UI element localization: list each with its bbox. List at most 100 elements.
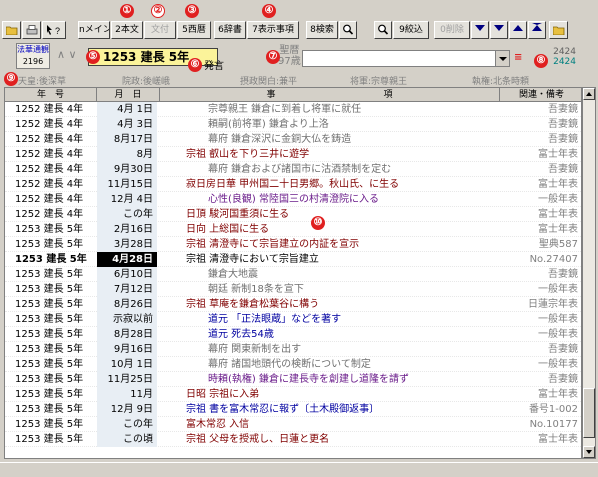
table-row[interactable]: 1253 建長 5年 9月16日 幕府 関東新制を出す 吾妻鏡	[5, 342, 581, 357]
row-reference: 一般年表	[538, 194, 578, 205]
row-year: 1253 建長 5年	[15, 269, 84, 280]
row-date: 6月10日	[97, 267, 157, 282]
table-row[interactable]: 1253 建長 5年 12月 9日 宗祖 書を富木常忍に報ず〔土木殿御返事〕 番号1-…	[5, 402, 581, 417]
marker-3: ③	[185, 4, 199, 18]
row-event: 幕府 鎌倉および諸国市に沽酒禁制を定む	[208, 164, 392, 175]
disabled-button[interactable]: 文付	[144, 21, 176, 39]
table-row[interactable]: 1252 建長 4年 4月 1日 宗尊親王 鎌倉に到着し将軍に就任 吾妻鏡	[5, 102, 581, 117]
jisho-button[interactable]: 6辞書	[214, 21, 246, 39]
dropdown-button[interactable]	[471, 21, 489, 39]
marker-1: ①	[120, 4, 134, 18]
header-year[interactable]: 年 号	[5, 88, 97, 102]
table-row[interactable]: 1252 建長 4年 4月 3日 頼嗣(前将軍) 鎌倉より上洛 吾妻鏡	[5, 117, 581, 132]
table-row[interactable]: 1253 建長 5年 11月 日昭 宗祖に入弟 富士年表	[5, 387, 581, 402]
row-year: 1253 建長 5年	[15, 224, 84, 235]
narrow-button[interactable]: 9絞込	[393, 21, 429, 39]
table-row[interactable]: 1252 建長 4年 9月30日 幕府 鎌倉および諸国市に沽酒禁制を定む 吾妻鏡	[5, 162, 581, 177]
row-date: 4月 3日	[97, 117, 157, 132]
category-box[interactable]: 法華通観 2196	[16, 43, 50, 69]
table-row[interactable]: 1253 建長 5年 2月16日 日向 上総国に生る 富士年表	[5, 222, 581, 237]
table-row[interactable]: 1253 建長 5年 7月12日 朝廷 新制18条を宣下 一般年表	[5, 282, 581, 297]
row-year: 1253 建長 5年	[15, 374, 84, 385]
delete-button[interactable]: 0削除	[434, 21, 470, 39]
main-button[interactable]: nメイン	[78, 21, 110, 39]
row-event: 頼嗣(前将軍) 鎌倉より上洛	[208, 119, 329, 130]
app-window: ① ② ③ ④ ? nメイン 2本文 文付 5西暦 6辞書 7表示事項 8検索 …	[0, 0, 598, 477]
open-folder-button[interactable]	[2, 21, 21, 39]
header-event[interactable]: 事 項	[160, 88, 500, 102]
table-row[interactable]: 1253 建長 5年 示寂以前 道元 「正法眼蔵」などを著す 一般年表	[5, 312, 581, 327]
table-row[interactable]: 1252 建長 4年 8月17日 幕府 鎌倉深沢に金銅大仏を鋳造 吾妻鏡	[5, 132, 581, 147]
help-button[interactable]: ?	[42, 21, 66, 39]
row-reference: 富士年表	[538, 389, 578, 400]
era-bottom: 97歳	[278, 56, 301, 67]
table-row[interactable]: 1253 建長 5年 この頃 宗祖 父母を授戒し、日蓮と更名 富士年表	[5, 432, 581, 447]
seireki-button[interactable]: 5西暦	[177, 21, 211, 39]
status-bar	[0, 462, 598, 477]
scroll-down-button[interactable]	[583, 446, 595, 458]
table-row[interactable]: 1253 建長 5年 6月10日 鎌倉大地震 吾妻鏡	[5, 267, 581, 282]
era-dropdown-button[interactable]	[495, 51, 509, 66]
table-row[interactable]: 1252 建長 4年 8月 宗祖 叡山を下り三井に遊学 富士年表	[5, 147, 581, 162]
header-date[interactable]: 月 日	[97, 88, 160, 102]
honbun-button[interactable]: 2本文	[111, 21, 143, 39]
magnifier-icon	[378, 24, 389, 35]
find-button[interactable]	[339, 21, 357, 39]
move-top-button[interactable]	[528, 21, 546, 39]
row-event: 朝廷 新制18条を宣下	[208, 284, 304, 295]
move-up-button[interactable]	[509, 21, 527, 39]
era-select[interactable]	[302, 50, 510, 67]
row-reference: 番号1-002	[528, 404, 578, 415]
table-row[interactable]: 1252 建長 4年 11月15日 寂日房日華 甲州国二十日男郷。秋山氏、に生る 富士…	[5, 177, 581, 192]
table-row[interactable]: 1253 建長 5年 3月28日 宗祖 清澄寺にて宗旨建立の内証を宣示 聖典587	[5, 237, 581, 252]
row-year: 1253 建長 5年	[15, 359, 84, 370]
scroll-up-button[interactable]	[583, 88, 595, 100]
emperor-label: 天皇:後深草	[18, 77, 67, 87]
count-total: 2424	[553, 47, 576, 57]
row-date: 9月30日	[97, 162, 157, 177]
row-event: 宗祖 書を富木常忍に報ず〔土木殿御返事〕	[186, 404, 380, 415]
row-date: 8月17日	[97, 132, 157, 147]
table-row[interactable]: 1253 建長 5年 8月28日 道元 死去54歳 一般年表	[5, 327, 581, 342]
row-event: 宗祖 清澄寺にて宗旨建立の内証を宣示	[186, 239, 360, 250]
record-counts: 2424 2424	[550, 47, 576, 67]
row-date: この年	[97, 417, 157, 432]
row-reference: 一般年表	[538, 284, 578, 295]
search-button[interactable]: 8検索	[306, 21, 338, 39]
table-row[interactable]: 1253 建長 5年 4月28日 宗祖 清澄寺において宗旨建立 No.27407	[5, 252, 581, 267]
row-event: 宗祖 清澄寺において宗旨建立	[186, 254, 319, 265]
row-year: 1253 建長 5年	[15, 284, 84, 295]
regent-label: 摂政関白:兼平	[240, 77, 298, 87]
row-year: 1253 建長 5年	[15, 419, 84, 430]
table-row[interactable]: 1252 建長 4年 この年 日頂 駿河国重須に生る 富士年表	[5, 207, 581, 222]
row-event: 宗祖 父母を授戒し、日蓮と更名	[186, 434, 330, 445]
row-event: 日向 上総国に生る	[186, 224, 270, 235]
svg-text:?: ?	[55, 26, 60, 35]
open-file-button[interactable]	[549, 21, 568, 39]
table-row[interactable]: 1253 建長 5年 11月25日 時頼(執権) 鎌倉に建長寺を創建し道隆を請ず 吾妻…	[5, 372, 581, 387]
arrow-up-icon	[513, 25, 523, 31]
print-button[interactable]	[22, 21, 41, 39]
row-year: 1253 建長 5年	[15, 254, 87, 265]
table-row[interactable]: 1253 建長 5年 10月 1日 幕府 諸国地頭代の検断について制定 一般年表	[5, 357, 581, 372]
row-year: 1252 建長 4年	[15, 179, 84, 190]
marker-6: ⑥	[188, 58, 202, 72]
scroll-thumb[interactable]	[583, 388, 595, 438]
table-row[interactable]: 1252 建長 4年 12月 4日 心性(良観) 常陸国三の村清澄院に入る 一般年表	[5, 192, 581, 207]
row-year: 1253 建長 5年	[15, 314, 84, 325]
row-event: 日昭 宗祖に入弟	[186, 389, 260, 400]
move-down-button[interactable]	[490, 21, 508, 39]
table-row[interactable]: 1253 建長 5年 この年 富木常忍 入信 No.10177	[5, 417, 581, 432]
row-event: 幕府 関東新制を出す	[208, 344, 302, 355]
folder-icon	[5, 26, 17, 36]
row-reference: 吾妻鏡	[548, 119, 578, 130]
vertical-scrollbar[interactable]	[582, 87, 596, 459]
prev-next-arrows[interactable]: ∧ ∨	[57, 48, 77, 61]
header-reference[interactable]: 関連・備考	[500, 88, 581, 102]
find-next-button[interactable]	[374, 21, 392, 39]
table-row[interactable]: 1253 建長 5年 8月26日 宗祖 草庵を鎌倉松葉谷に構う 日蓮宗年表	[5, 297, 581, 312]
row-year: 1252 建長 4年	[15, 134, 84, 145]
category-title: 法華通観	[17, 45, 49, 54]
display-items-button[interactable]: 7表示事項	[247, 21, 299, 39]
row-year: 1253 建長 5年	[15, 404, 84, 415]
